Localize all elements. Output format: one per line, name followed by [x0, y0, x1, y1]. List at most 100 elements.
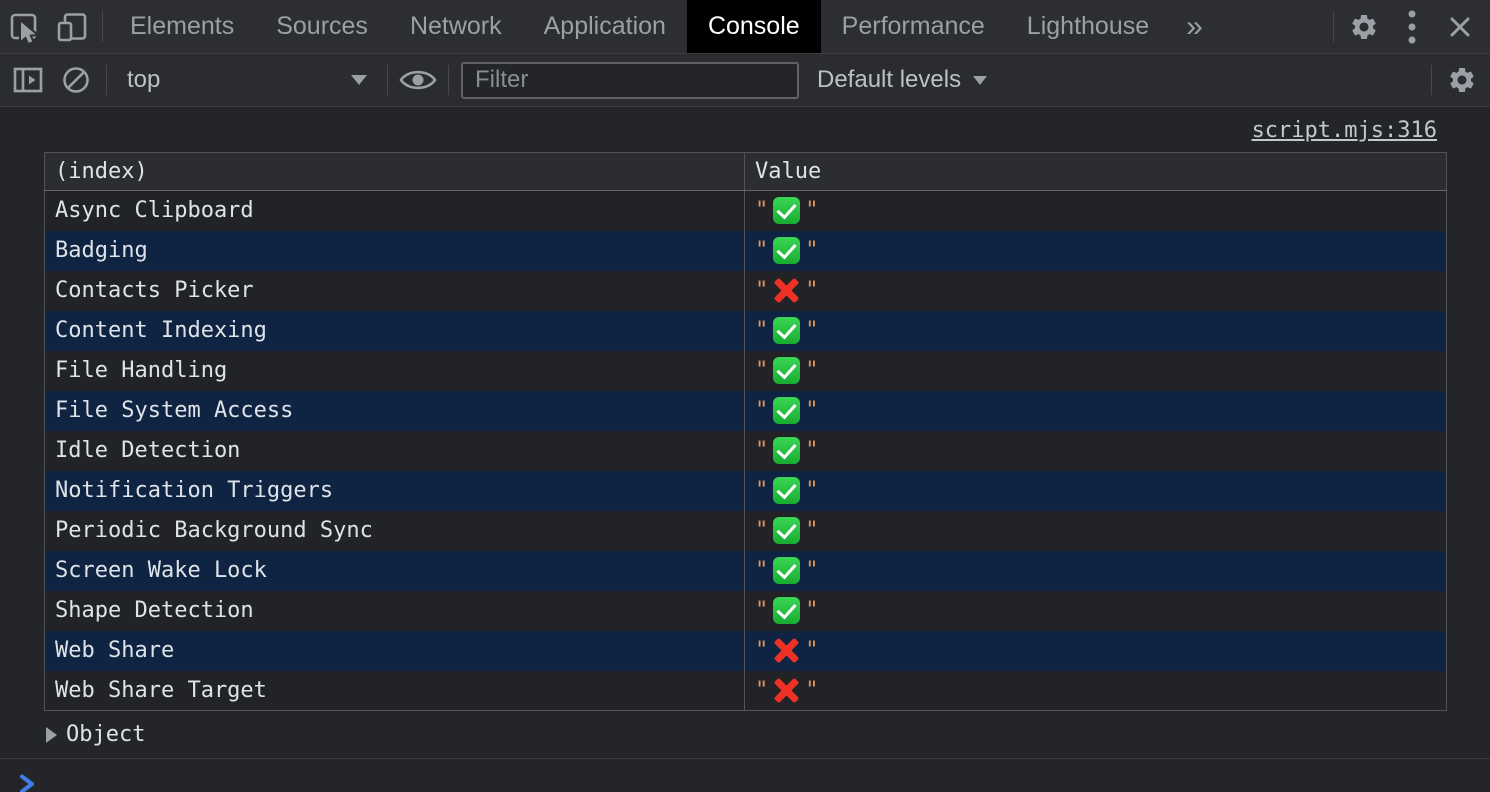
chevron-down-icon: [973, 76, 987, 85]
string-quote: ": [755, 678, 768, 703]
table-row-content-indexing: Content Indexing"": [45, 311, 1447, 351]
feature-name-cell: Web Share: [45, 631, 745, 671]
string-quote: ": [755, 438, 768, 463]
string-quote: ": [755, 278, 768, 303]
string-quote: ": [805, 318, 818, 343]
table-row-async-clipboard: Async Clipboard"": [45, 191, 1447, 231]
table-row-web-share-target: Web Share Target"": [45, 671, 1447, 711]
divider: [106, 65, 107, 95]
log-levels-selector[interactable]: Default levels: [817, 66, 987, 94]
table-header-row: (index) Value: [45, 153, 1447, 191]
console-sidebar-toggle-button[interactable]: [4, 54, 52, 106]
console-prompt[interactable]: [0, 759, 1490, 792]
feature-value-cell: "": [745, 191, 1447, 231]
check-mark-emoji: [773, 237, 800, 264]
device-toolbar-button[interactable]: [48, 0, 96, 53]
string-quote: ": [805, 638, 818, 663]
table-row-badging: Badging"": [45, 231, 1447, 271]
gear-icon: [1447, 65, 1477, 95]
cross-mark-emoji: [773, 677, 800, 704]
string-quote: ": [805, 198, 818, 223]
feature-value-cell: "": [745, 391, 1447, 431]
table-row-file-system-access: File System Access"": [45, 391, 1447, 431]
feature-name-cell: Screen Wake Lock: [45, 551, 745, 591]
feature-value-cell: "": [745, 271, 1447, 311]
source-link[interactable]: script.mjs:316: [1252, 118, 1437, 143]
log-levels-value: Default levels: [817, 66, 961, 94]
three-dot-menu-icon: [1407, 9, 1417, 45]
column-header-value: Value: [745, 153, 1447, 191]
table-row-shape-detection: Shape Detection"": [45, 591, 1447, 631]
check-mark-emoji: [773, 197, 800, 224]
tab-elements[interactable]: Elements: [109, 0, 255, 53]
string-quote: ": [755, 558, 768, 583]
tab-performance[interactable]: Performance: [821, 0, 1006, 53]
feature-name-cell: Async Clipboard: [45, 191, 745, 231]
table-row-notification-triggers: Notification Triggers"": [45, 471, 1447, 511]
more-tabs-button[interactable]: »: [1170, 0, 1219, 53]
string-quote: ": [755, 518, 768, 543]
table-row-screen-wake-lock: Screen Wake Lock"": [45, 551, 1447, 591]
inspect-element-button[interactable]: [0, 0, 48, 53]
feature-name-cell: Shape Detection: [45, 591, 745, 631]
inspect-cursor-icon: [7, 10, 41, 44]
string-quote: ": [805, 478, 818, 503]
tab-sources[interactable]: Sources: [255, 0, 389, 53]
feature-value-cell: "": [745, 311, 1447, 351]
string-quote: ": [805, 518, 818, 543]
feature-value-cell: "": [745, 231, 1447, 271]
string-quote: ": [755, 398, 768, 423]
source-line: script.mjs:316: [0, 115, 1490, 145]
filter-input[interactable]: [461, 62, 799, 99]
divider: [1431, 65, 1432, 95]
object-expander[interactable]: Object: [46, 721, 1490, 748]
settings-button[interactable]: [1340, 0, 1388, 53]
string-quote: ": [755, 358, 768, 383]
feature-support-table: (index) Value Async Clipboard""Badging""…: [44, 152, 1447, 711]
context-selector-value: top: [127, 66, 160, 94]
string-quote: ": [805, 398, 818, 423]
tab-network[interactable]: Network: [389, 0, 523, 53]
clear-console-button[interactable]: [52, 54, 100, 106]
column-header-index: (index): [45, 153, 745, 191]
close-icon: [1445, 12, 1475, 42]
javascript-context-selector[interactable]: top: [113, 54, 381, 106]
devtools-window: ElementsSourcesNetworkApplicationConsole…: [0, 0, 1490, 792]
close-devtools-button[interactable]: [1436, 0, 1484, 53]
divider: [448, 65, 449, 95]
string-quote: ": [805, 438, 818, 463]
tab-console[interactable]: Console: [687, 0, 821, 53]
create-live-expression-button[interactable]: [394, 54, 442, 106]
devtools-tabbar: ElementsSourcesNetworkApplicationConsole…: [0, 0, 1490, 54]
more-options-button[interactable]: [1388, 0, 1436, 53]
check-mark-emoji: [773, 517, 800, 544]
table-row-periodic-background-sync: Periodic Background Sync"": [45, 511, 1447, 551]
string-quote: ": [755, 478, 768, 503]
check-mark-emoji: [773, 597, 800, 624]
feature-name-cell: Contacts Picker: [45, 271, 745, 311]
chevron-down-icon: [351, 75, 367, 85]
expand-triangle-icon: [46, 727, 57, 743]
tab-lighthouse[interactable]: Lighthouse: [1006, 0, 1170, 53]
string-quote: ": [805, 678, 818, 703]
console-settings-button[interactable]: [1438, 54, 1486, 106]
eye-icon: [398, 65, 438, 95]
check-mark-emoji: [773, 357, 800, 384]
check-mark-emoji: [773, 317, 800, 344]
table-row-file-handling: File Handling"": [45, 351, 1447, 391]
feature-value-cell: "": [745, 591, 1447, 631]
cross-mark-emoji: [773, 637, 800, 664]
check-mark-emoji: [773, 437, 800, 464]
feature-name-cell: File System Access: [45, 391, 745, 431]
table-row-contacts-picker: Contacts Picker"": [45, 271, 1447, 311]
feature-value-cell: "": [745, 351, 1447, 391]
tab-application[interactable]: Application: [523, 0, 687, 53]
check-mark-emoji: [773, 477, 800, 504]
feature-value-cell: "": [745, 511, 1447, 551]
divider: [387, 65, 388, 95]
table-row-idle-detection: Idle Detection"": [45, 431, 1447, 471]
device-toolbar-icon: [55, 10, 89, 44]
object-label: Object: [66, 722, 145, 747]
check-mark-emoji: [773, 397, 800, 424]
cross-mark-emoji: [773, 277, 800, 304]
